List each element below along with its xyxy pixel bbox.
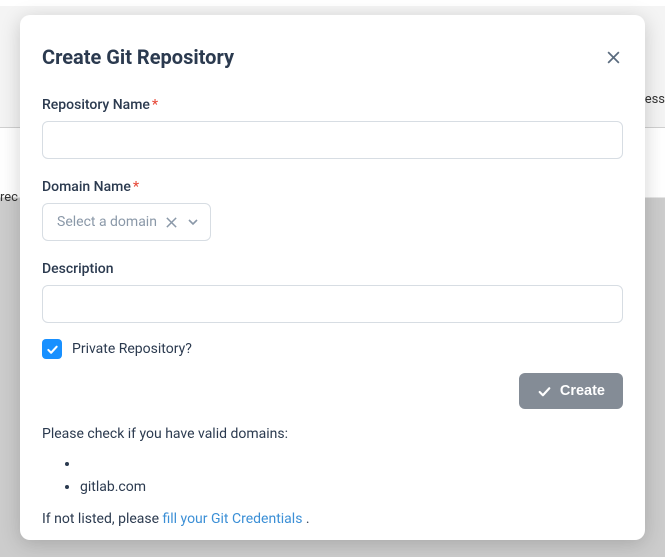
domains-info-prefix: Please check if you have valid domains:	[42, 423, 623, 445]
create-button-row: Create	[42, 373, 623, 409]
footer-pre: If not listed, please	[42, 511, 163, 527]
description-label: Description	[42, 261, 623, 277]
check-icon	[537, 384, 552, 399]
footer-post: .	[302, 511, 309, 527]
check-icon	[46, 343, 59, 356]
close-button[interactable]	[603, 47, 623, 67]
repo-name-field: Repository Name*	[42, 97, 623, 159]
domains-list: gitlab.com	[42, 453, 623, 498]
create-button[interactable]: Create	[519, 373, 623, 409]
chevron-down-icon	[186, 215, 200, 229]
description-field: Description	[42, 261, 623, 323]
list-item: gitlab.com	[80, 476, 623, 498]
repo-name-input[interactable]	[42, 121, 623, 159]
fill-credentials-link[interactable]: fill your Git Credentials	[163, 511, 303, 527]
domains-info-footer: If not listed, please fill your Git Cred…	[42, 508, 623, 530]
create-button-label: Create	[560, 383, 605, 399]
modal-title: Create Git Repository	[42, 45, 234, 69]
repo-name-label: Repository Name*	[42, 97, 623, 113]
domain-select-icons	[165, 215, 200, 229]
repo-name-label-text: Repository Name	[42, 97, 150, 113]
description-input[interactable]	[42, 285, 623, 323]
background-cut-text-right: ess	[645, 92, 665, 107]
background-cut-text-left: rec	[0, 190, 18, 205]
domain-select[interactable]: Select a domain	[42, 203, 211, 241]
private-repo-row: Private Repository?	[42, 339, 623, 359]
private-repo-label: Private Repository?	[72, 341, 192, 357]
modal-header: Create Git Repository	[42, 45, 623, 69]
required-asterisk: *	[152, 97, 158, 113]
domains-info: Please check if you have valid domains: …	[42, 423, 623, 531]
private-repo-checkbox[interactable]	[42, 339, 62, 359]
domain-field: Domain Name* Select a domain	[42, 179, 623, 241]
domain-label-text: Domain Name	[42, 179, 131, 195]
list-item	[80, 453, 623, 475]
create-repo-modal: Create Git Repository Repository Name* D…	[20, 15, 645, 540]
clear-icon[interactable]	[165, 216, 178, 229]
required-asterisk: *	[133, 179, 139, 195]
domain-select-placeholder: Select a domain	[57, 214, 157, 230]
close-icon	[606, 50, 621, 65]
domain-label: Domain Name*	[42, 179, 623, 195]
